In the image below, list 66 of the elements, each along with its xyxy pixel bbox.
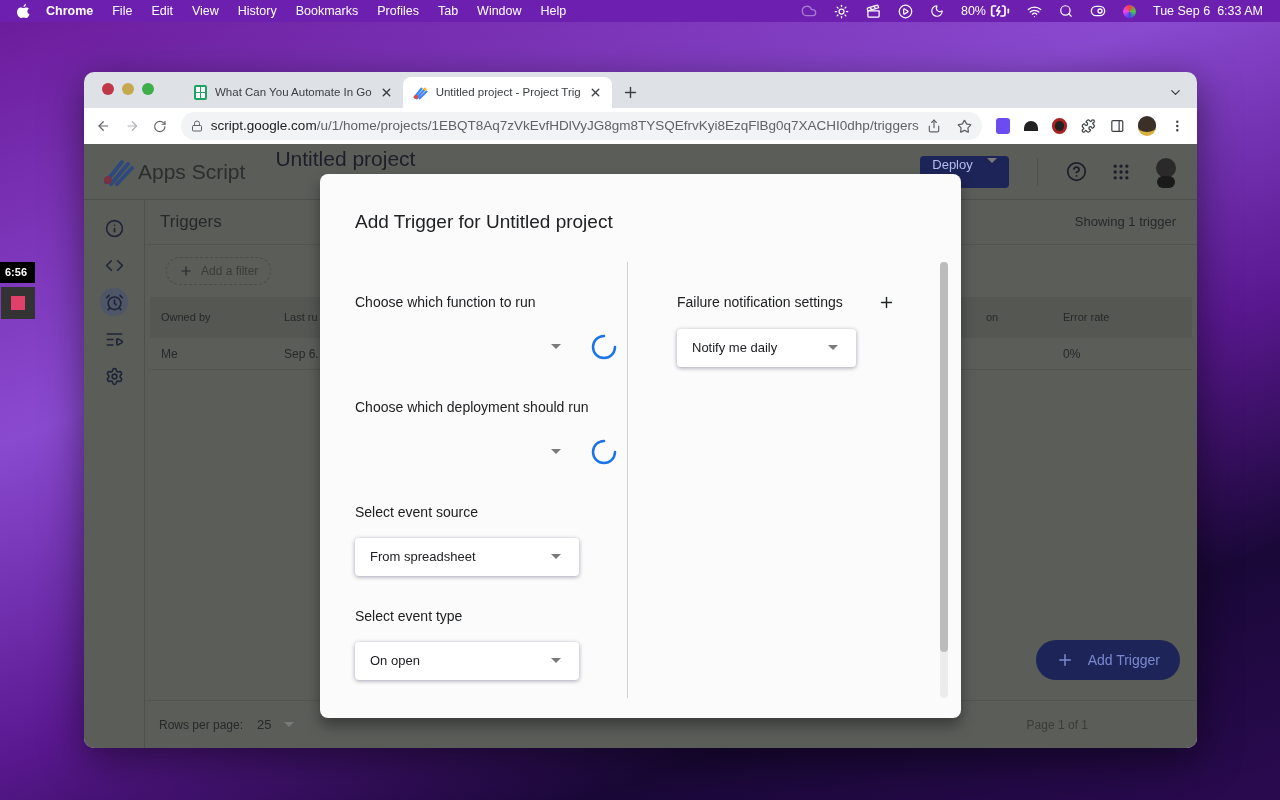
dropdown-field[interactable]: Notify me daily [677,328,856,367]
extensions-icon[interactable] [1081,118,1096,134]
add-trigger-button[interactable]: Add Trigger [1035,640,1180,680]
menu-item[interactable]: View [191,1,219,21]
battery-percentage: 80% [960,2,986,20]
loading-spinner-icon [591,438,617,465]
menu-bar-clock: Tue Sep 6 6:33 AM [1152,2,1263,20]
field-label: Select event type [355,606,464,626]
menu-item[interactable]: Profiles [377,1,419,21]
play-icon[interactable] [897,3,913,19]
share-icon[interactable] [926,119,941,133]
address-bar[interactable]: script.google.com/u/1/home/projects/1EBQT8Aq7zVkEvfHDlVyJG8gm8TYSQEfrvKyi8EzqFlBg0q7XACHI0dhp/triggers [180,112,982,140]
settings-icon [104,366,124,386]
field-label: Choose which deployment should run [355,397,590,417]
menu-item[interactable]: Edit [151,1,173,21]
help-icon[interactable] [1066,161,1087,182]
sun-icon[interactable] [833,3,849,19]
dropdown-caret-icon [828,345,838,350]
scrollbar[interactable] [940,261,948,698]
dropdown-field[interactable]: From spreadsheet [355,537,579,576]
field-label: Select event source [355,502,479,522]
browser-tab[interactable]: What Can You Automate In Go [184,77,403,108]
alarm-clock-icon [104,292,124,312]
info-icon [104,218,124,238]
apple-logo-icon[interactable] [17,3,30,19]
menu-item[interactable]: Chrome [46,1,94,21]
field-label: Failure notification settings [677,292,843,312]
extension-icon[interactable] [995,118,1011,134]
menu-item[interactable]: Window [477,1,522,21]
script-logo-icon [412,85,428,100]
dropdown-caret-icon [283,722,294,727]
browser-tab[interactable]: Untitled project - Project Trig [402,77,612,108]
plus-icon [179,264,193,278]
menu-item[interactable]: Tab [437,1,459,21]
dropdown-caret-icon [551,554,561,559]
dropdown-field[interactable]: On open [355,641,579,680]
wifi-icon[interactable] [1026,3,1042,19]
spreadsheet-icon [194,85,207,100]
close-window-button[interactable] [102,83,114,95]
profile-avatar[interactable] [1138,116,1157,136]
moon-icon[interactable] [929,4,944,18]
field-label: Choose which function to run [355,292,537,312]
menu-item[interactable]: Help [540,1,567,21]
reload-icon[interactable] [153,118,167,134]
back-icon[interactable] [96,118,111,134]
dropdown-caret-icon [986,157,997,163]
dropdown-caret-icon [551,449,561,454]
dialog-title: Add Trigger for Untitled project [355,210,614,234]
side-panel-icon[interactable] [1109,118,1125,134]
user-avatar[interactable] [1153,155,1179,188]
menu-item[interactable]: History [237,1,277,21]
apps-script-logo-icon [102,157,134,186]
clapperboard-icon[interactable] [865,3,881,19]
menu-item[interactable]: Bookmarks [295,1,359,21]
recording-timer: 6:56 [0,262,35,283]
circle-extension-icon[interactable] [1051,118,1067,134]
control-center-icon[interactable] [1089,3,1106,19]
bookmark-star-icon[interactable] [956,118,972,134]
siri-icon[interactable] [1122,4,1136,18]
dropdown-caret-icon [551,658,561,663]
stop-recording-button[interactable] [1,286,35,319]
search-icon[interactable] [1058,4,1073,18]
loading-spinner-icon [591,333,617,360]
menu-item[interactable]: File [112,1,133,21]
lock-icon [190,120,203,132]
dropdown-caret-icon [551,344,561,349]
